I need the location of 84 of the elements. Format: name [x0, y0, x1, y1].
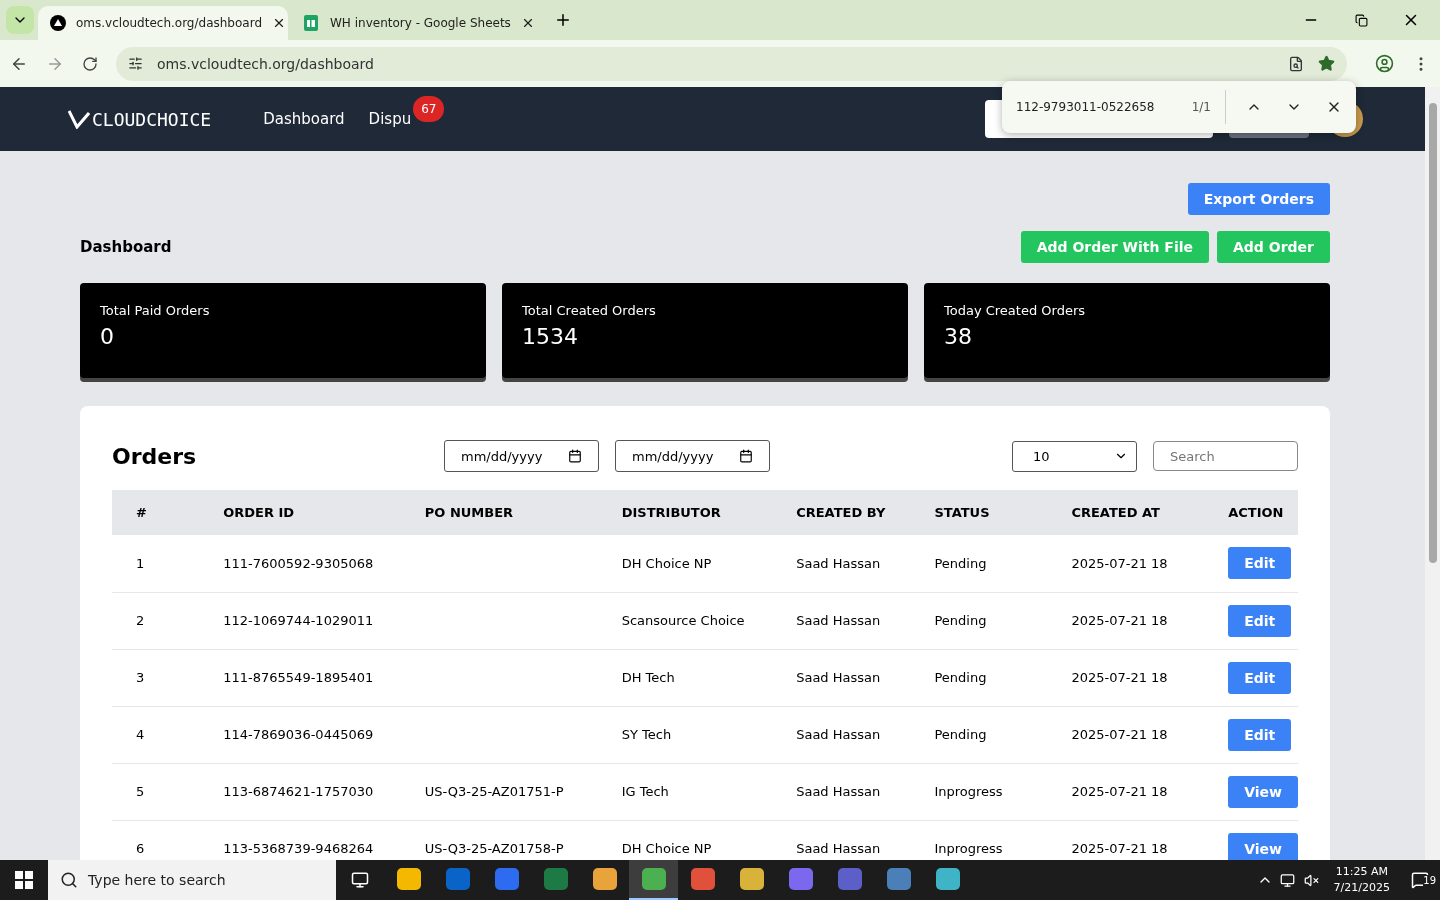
- table-cell: Saad Hassan: [772, 535, 911, 592]
- table-cell: IG Tech: [597, 763, 773, 820]
- table-cell: 3: [112, 649, 200, 706]
- table-cell: 2025-07-21 18: [1047, 763, 1205, 820]
- table-cell: Pending: [910, 706, 1048, 763]
- stat-value: 38: [944, 324, 973, 349]
- table-cell: 1: [112, 535, 200, 592]
- logo[interactable]: CLOUDCHOICE: [68, 108, 212, 130]
- notification-count: 19: [1423, 875, 1436, 886]
- table-cell: 2025-07-21 18: [1047, 649, 1205, 706]
- find-page-icon[interactable]: [1288, 55, 1304, 72]
- calendar-icon[interactable]: [739, 449, 753, 463]
- table-cell: Scansource Choice: [597, 592, 773, 649]
- table-cell: Pending: [910, 649, 1048, 706]
- orders-title: Orders: [112, 443, 198, 469]
- table-cell: Saad Hassan: [772, 706, 911, 763]
- table-cell: 5: [112, 763, 200, 820]
- stat-label: Today Created Orders: [944, 303, 1087, 318]
- action-button[interactable]: Edit: [1228, 661, 1292, 694]
- export-orders-button[interactable]: Export Orders: [1187, 183, 1330, 215]
- nav-link[interactable]: Dashboard: [263, 110, 345, 128]
- scrollbar[interactable]: [1425, 87, 1440, 860]
- table-cell: 113-6874621-1757030: [199, 763, 401, 820]
- date-field[interactable]: mm/dd/yyyy: [444, 440, 599, 472]
- search-icon: [60, 871, 78, 889]
- table-cell: DH Tech: [597, 649, 773, 706]
- table-cell: 112-1069744-1029011: [199, 592, 401, 649]
- taskbar-app-icon[interactable]: [629, 860, 678, 900]
- table-cell: Pending: [910, 535, 1048, 592]
- stat-label: Total Created Orders: [522, 303, 657, 318]
- calendar-icon[interactable]: [568, 449, 582, 463]
- profile-icon[interactable]: [1375, 54, 1394, 73]
- find-query[interactable]: 112-9793011-0522658: [1016, 100, 1180, 114]
- stat-value: 1534: [522, 324, 579, 349]
- column-header: CREATED AT: [1047, 490, 1205, 535]
- table-cell: US-Q3-25-AZ01751-P: [400, 763, 598, 820]
- spreadsheet-icon: [304, 15, 320, 31]
- column-header: PO NUMBER: [400, 490, 598, 535]
- column-header: CREATED BY: [772, 490, 911, 535]
- reload-icon[interactable]: [82, 55, 98, 72]
- stat-value: 0: [100, 324, 115, 349]
- table-cell: 2: [112, 592, 200, 649]
- column-header: STATUS: [910, 490, 1048, 535]
- address-bar[interactable]: oms.vcloudtech.org/dashboard: [116, 46, 1347, 81]
- table-cell: 2025-07-21 18: [1047, 535, 1205, 592]
- table-cell: 111-8765549-1895401: [199, 649, 401, 706]
- stat-label: Total Paid Orders: [100, 303, 211, 318]
- action-button[interactable]: View: [1228, 775, 1298, 808]
- table-cell: Saad Hassan: [772, 763, 911, 820]
- site-settings-icon[interactable]: [128, 56, 143, 71]
- table-cell: 2025-07-21 18: [1047, 592, 1205, 649]
- table-cell: Saad Hassan: [772, 592, 911, 649]
- table-cell: SY Tech: [597, 706, 773, 763]
- table-cell: 2025-07-21 18: [1047, 706, 1205, 763]
- count-badge: 67: [413, 96, 445, 122]
- taskbar-search-field[interactable]: Type here to search: [48, 860, 336, 900]
- new-tab-icon[interactable]: [554, 11, 572, 29]
- tab-search-button[interactable]: [6, 6, 34, 34]
- browser-tab[interactable]: oms.vcloudtech.org/dashboard: [38, 6, 288, 40]
- table-cell: 114-7869036-0445069: [199, 706, 401, 763]
- browser-tab[interactable]: WH inventory - Google Sheets: [292, 6, 542, 40]
- star-icon[interactable]: [1318, 55, 1335, 72]
- table-cell: 4: [112, 706, 200, 763]
- action-button[interactable]: Edit: [1228, 718, 1292, 751]
- column-header: #: [112, 490, 200, 535]
- date-field[interactable]: mm/dd/yyyy: [615, 440, 770, 472]
- search-field[interactable]: Search: [1153, 441, 1298, 471]
- column-header: DISTRIBUTOR: [597, 490, 773, 535]
- page-size-select[interactable]: 10: [1012, 440, 1137, 472]
- table-cell: 111-7600592-9305068: [199, 535, 401, 592]
- action-button[interactable]: View: [1228, 832, 1298, 860]
- column-header: ORDER ID: [199, 490, 401, 535]
- page-title: Dashboard: [80, 238, 173, 256]
- match-count: 1/1: [1191, 90, 1226, 124]
- action-button[interactable]: Edit: [1228, 604, 1292, 637]
- table-cell: Pending: [910, 592, 1048, 649]
- clock[interactable]: 11:25 AM 7/21/2025: [1333, 864, 1390, 896]
- close-icon[interactable]: [272, 16, 286, 30]
- action-button[interactable]: Edit: [1228, 547, 1292, 580]
- nav-link[interactable]: Dispu: [368, 110, 412, 128]
- table-cell: DH Choice NP: [597, 535, 773, 592]
- column-header: ACTION: [1204, 490, 1298, 535]
- table-cell: Inprogress: [910, 763, 1048, 820]
- table-cell: Saad Hassan: [772, 649, 911, 706]
